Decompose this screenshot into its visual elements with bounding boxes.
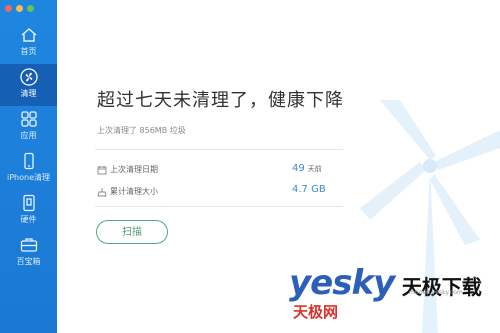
stat-label: 累计清理大小	[110, 187, 158, 196]
health-headline: 超过七天未清理了，健康下降	[97, 90, 344, 111]
sidebar-item-label: 应用	[20, 131, 37, 140]
window-controls	[5, 5, 34, 12]
stat-label: 上次清理日期	[110, 165, 158, 174]
broom-icon	[97, 187, 107, 197]
sidebar-item-apps[interactable]: 应用	[0, 110, 57, 150]
sidebar-item-label: iPhone清理	[6, 173, 50, 182]
zoom-window-button[interactable]	[27, 5, 34, 12]
sidebar-item-hardware[interactable]: 硬件	[0, 194, 57, 234]
divider	[95, 149, 343, 150]
sidebar-item-home[interactable]: 首页	[0, 26, 57, 66]
sidebar-item-iphone-clean[interactable]: iPhone清理	[0, 152, 57, 192]
fan-icon	[19, 68, 38, 86]
last-clean-summary: 上次清理了 856MB 垃圾	[97, 126, 186, 135]
sidebar: 首页 清理 应用 iPhone清理 硬件 百宝箱	[0, 0, 57, 333]
stat-value-size: 4.7 GB	[292, 184, 326, 195]
phone-icon	[20, 152, 38, 170]
calendar-icon	[97, 165, 107, 175]
sidebar-item-label: 首页	[20, 47, 37, 56]
sidebar-item-label: 清理	[20, 89, 37, 98]
toolbox-icon	[20, 236, 38, 254]
close-window-button[interactable]	[5, 5, 12, 12]
stat-value: 49	[292, 163, 305, 174]
stat-row-last-clean-date: 上次清理日期	[97, 164, 158, 175]
sidebar-item-clean[interactable]: 清理	[0, 64, 57, 106]
stat-unit: 天前	[307, 165, 322, 173]
home-icon	[20, 26, 38, 44]
divider	[95, 206, 343, 207]
watermark-url: mogen.yesky.com	[409, 289, 463, 296]
sidebar-item-label: 百宝箱	[16, 257, 41, 266]
main-panel: 超过七天未清理了，健康下降 上次清理了 856MB 垃圾 上次清理日期 49 天前…	[57, 0, 500, 333]
stat-row-total-cleaned: 累计清理大小	[97, 186, 158, 197]
sidebar-item-label: 硬件	[20, 215, 37, 224]
watermark-logo: yesky	[289, 263, 395, 303]
yesky-watermark: yesky 天极下载 天极网 mogen.yesky.com	[289, 263, 482, 321]
scan-button[interactable]: 扫描	[96, 220, 168, 244]
watermark-cn: 天极网	[293, 303, 339, 321]
hardware-icon	[20, 194, 38, 212]
minimize-window-button[interactable]	[16, 5, 23, 12]
apps-grid-icon	[20, 110, 38, 128]
sidebar-item-toolbox[interactable]: 百宝箱	[0, 236, 57, 276]
stat-value-days: 49 天前	[292, 163, 322, 174]
